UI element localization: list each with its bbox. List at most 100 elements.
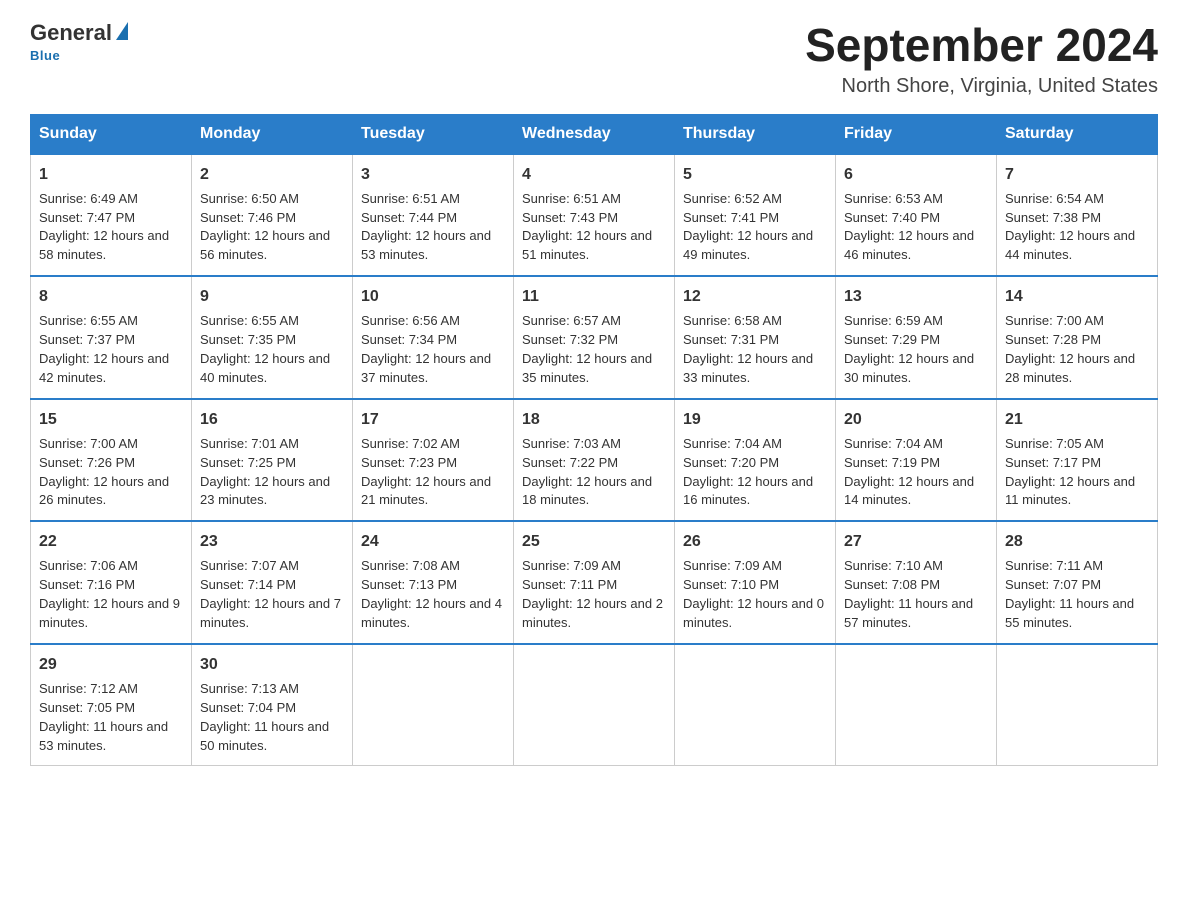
day-number: 5 xyxy=(683,163,827,186)
calendar-cell: 10Sunrise: 6:56 AMSunset: 7:34 PMDayligh… xyxy=(353,276,514,399)
day-number: 20 xyxy=(844,408,988,431)
calendar-cell: 18 Sunrise: 7:03 AMSunset: 7:22 PMDayligh… xyxy=(514,399,675,522)
day-sunrise: Sunrise: 7:03 AMSunset: 7:22 PMDaylight:… xyxy=(522,436,652,508)
day-sunrise: Sunrise: 7:11 AMSunset: 7:07 PMDaylight:… xyxy=(1005,558,1134,630)
day-number: 14 xyxy=(1005,285,1149,308)
calendar-cell: 5Sunrise: 6:52 AMSunset: 7:41 PMDaylight… xyxy=(675,154,836,277)
week-row-1: 1 Sunrise: 6:49 AMSunset: 7:47 PMDaylight… xyxy=(31,154,1158,277)
day-sunrise: Sunrise: 6:54 AMSunset: 7:38 PMDaylight:… xyxy=(1005,191,1135,263)
day-header-monday: Monday xyxy=(192,114,353,154)
day-sunrise: Sunrise: 7:05 AMSunset: 7:17 PMDaylight:… xyxy=(1005,436,1135,508)
calendar-cell: 3 Sunrise: 6:51 AMSunset: 7:44 PMDaylight… xyxy=(353,154,514,277)
day-number: 21 xyxy=(1005,408,1149,431)
day-header-thursday: Thursday xyxy=(675,114,836,154)
calendar-cell: 21 Sunrise: 7:05 AMSunset: 7:17 PMDayligh… xyxy=(997,399,1158,522)
day-number: 25 xyxy=(522,530,666,553)
title-area: September 2024 North Shore, Virginia, Un… xyxy=(805,20,1158,98)
calendar-cell: 8 Sunrise: 6:55 AMSunset: 7:37 PMDaylight… xyxy=(31,276,192,399)
header: General Blue September 2024 North Shore,… xyxy=(30,20,1158,98)
day-sunrise: Sunrise: 7:04 AMSunset: 7:20 PMDaylight:… xyxy=(683,436,813,508)
week-row-4: 22 Sunrise: 7:06 AMSunset: 7:16 PMDayligh… xyxy=(31,521,1158,644)
day-number: 2 xyxy=(200,163,344,186)
day-number: 18 xyxy=(522,408,666,431)
day-sunrise: Sunrise: 7:02 AMSunset: 7:23 PMDaylight:… xyxy=(361,436,491,508)
calendar-cell: 25 Sunrise: 7:09 AMSunset: 7:11 PMDayligh… xyxy=(514,521,675,644)
week-row-5: 29 Sunrise: 7:12 AMSunset: 7:05 PMDayligh… xyxy=(31,644,1158,766)
day-sunrise: Sunrise: 6:51 AMSunset: 7:44 PMDaylight:… xyxy=(361,191,491,263)
calendar-cell: 22 Sunrise: 7:06 AMSunset: 7:16 PMDayligh… xyxy=(31,521,192,644)
week-row-2: 8 Sunrise: 6:55 AMSunset: 7:37 PMDaylight… xyxy=(31,276,1158,399)
calendar-cell: 9 Sunrise: 6:55 AMSunset: 7:35 PMDaylight… xyxy=(192,276,353,399)
day-header-wednesday: Wednesday xyxy=(514,114,675,154)
day-number: 30 xyxy=(200,653,344,676)
calendar-cell: 12 Sunrise: 6:58 AMSunset: 7:31 PMDayligh… xyxy=(675,276,836,399)
calendar-cell: 24 Sunrise: 7:08 AMSunset: 7:13 PMDayligh… xyxy=(353,521,514,644)
calendar-cell: 29 Sunrise: 7:12 AMSunset: 7:05 PMDayligh… xyxy=(31,644,192,766)
calendar-cell: 17 Sunrise: 7:02 AMSunset: 7:23 PMDayligh… xyxy=(353,399,514,522)
day-sunrise: Sunrise: 7:01 AMSunset: 7:25 PMDaylight:… xyxy=(200,436,330,508)
day-sunrise: Sunrise: 6:55 AMSunset: 7:37 PMDaylight:… xyxy=(39,313,169,385)
calendar-cell xyxy=(353,644,514,766)
calendar-cell: 13 Sunrise: 6:59 AMSunset: 7:29 PMDayligh… xyxy=(836,276,997,399)
calendar-cell: 30 Sunrise: 7:13 AMSunset: 7:04 PMDayligh… xyxy=(192,644,353,766)
day-sunrise: Sunrise: 7:04 AMSunset: 7:19 PMDaylight:… xyxy=(844,436,974,508)
logo-triangle-icon xyxy=(116,22,128,40)
day-sunrise: Sunrise: 7:10 AMSunset: 7:08 PMDaylight:… xyxy=(844,558,973,630)
day-number: 26 xyxy=(683,530,827,553)
day-sunrise: Sunrise: 7:12 AMSunset: 7:05 PMDaylight:… xyxy=(39,681,168,753)
calendar-cell: 28Sunrise: 7:11 AMSunset: 7:07 PMDayligh… xyxy=(997,521,1158,644)
day-number: 13 xyxy=(844,285,988,308)
day-sunrise: Sunrise: 7:08 AMSunset: 7:13 PMDaylight:… xyxy=(361,558,502,630)
day-number: 6 xyxy=(844,163,988,186)
month-title: September 2024 xyxy=(805,20,1158,71)
calendar-cell: 27Sunrise: 7:10 AMSunset: 7:08 PMDayligh… xyxy=(836,521,997,644)
day-header-friday: Friday xyxy=(836,114,997,154)
calendar-cell xyxy=(997,644,1158,766)
day-sunrise: Sunrise: 7:06 AMSunset: 7:16 PMDaylight:… xyxy=(39,558,180,630)
location-title: North Shore, Virginia, United States xyxy=(805,75,1158,98)
day-sunrise: Sunrise: 6:55 AMSunset: 7:35 PMDaylight:… xyxy=(200,313,330,385)
calendar-cell: 7 Sunrise: 6:54 AMSunset: 7:38 PMDaylight… xyxy=(997,154,1158,277)
day-sunrise: Sunrise: 7:09 AMSunset: 7:11 PMDaylight:… xyxy=(522,558,663,630)
day-number: 15 xyxy=(39,408,183,431)
day-sunrise: Sunrise: 6:49 AMSunset: 7:47 PMDaylight:… xyxy=(39,191,169,263)
day-number: 22 xyxy=(39,530,183,553)
day-header-sunday: Sunday xyxy=(31,114,192,154)
calendar-cell xyxy=(675,644,836,766)
day-sunrise: Sunrise: 7:07 AMSunset: 7:14 PMDaylight:… xyxy=(200,558,341,630)
day-number: 24 xyxy=(361,530,505,553)
day-sunrise: Sunrise: 6:59 AMSunset: 7:29 PMDaylight:… xyxy=(844,313,974,385)
day-number: 8 xyxy=(39,285,183,308)
header-row: SundayMondayTuesdayWednesdayThursdayFrid… xyxy=(31,114,1158,154)
calendar-cell: 2 Sunrise: 6:50 AMSunset: 7:46 PMDaylight… xyxy=(192,154,353,277)
calendar-cell: 6 Sunrise: 6:53 AMSunset: 7:40 PMDaylight… xyxy=(836,154,997,277)
day-number: 4 xyxy=(522,163,666,186)
day-sunrise: Sunrise: 6:51 AMSunset: 7:43 PMDaylight:… xyxy=(522,191,652,263)
day-header-tuesday: Tuesday xyxy=(353,114,514,154)
day-number: 1 xyxy=(39,163,183,186)
day-header-saturday: Saturday xyxy=(997,114,1158,154)
day-number: 11 xyxy=(522,285,666,308)
day-sunrise: Sunrise: 6:50 AMSunset: 7:46 PMDaylight:… xyxy=(200,191,330,263)
day-number: 17 xyxy=(361,408,505,431)
day-sunrise: Sunrise: 7:13 AMSunset: 7:04 PMDaylight:… xyxy=(200,681,329,753)
day-number: 9 xyxy=(200,285,344,308)
day-number: 12 xyxy=(683,285,827,308)
day-number: 3 xyxy=(361,163,505,186)
calendar-cell: 19Sunrise: 7:04 AMSunset: 7:20 PMDayligh… xyxy=(675,399,836,522)
day-sunrise: Sunrise: 6:57 AMSunset: 7:32 PMDaylight:… xyxy=(522,313,652,385)
day-sunrise: Sunrise: 6:53 AMSunset: 7:40 PMDaylight:… xyxy=(844,191,974,263)
calendar-cell: 15Sunrise: 7:00 AMSunset: 7:26 PMDayligh… xyxy=(31,399,192,522)
calendar-cell: 14 Sunrise: 7:00 AMSunset: 7:28 PMDayligh… xyxy=(997,276,1158,399)
day-sunrise: Sunrise: 7:00 AMSunset: 7:28 PMDaylight:… xyxy=(1005,313,1135,385)
day-number: 16 xyxy=(200,408,344,431)
calendar-cell xyxy=(836,644,997,766)
calendar-cell: 20 Sunrise: 7:04 AMSunset: 7:19 PMDayligh… xyxy=(836,399,997,522)
calendar-cell: 23Sunrise: 7:07 AMSunset: 7:14 PMDayligh… xyxy=(192,521,353,644)
calendar-cell: 1 Sunrise: 6:49 AMSunset: 7:47 PMDaylight… xyxy=(31,154,192,277)
day-number: 29 xyxy=(39,653,183,676)
calendar-cell: 16 Sunrise: 7:01 AMSunset: 7:25 PMDayligh… xyxy=(192,399,353,522)
day-number: 7 xyxy=(1005,163,1149,186)
calendar-cell: 4 Sunrise: 6:51 AMSunset: 7:43 PMDaylight… xyxy=(514,154,675,277)
day-sunrise: Sunrise: 6:58 AMSunset: 7:31 PMDaylight:… xyxy=(683,313,813,385)
